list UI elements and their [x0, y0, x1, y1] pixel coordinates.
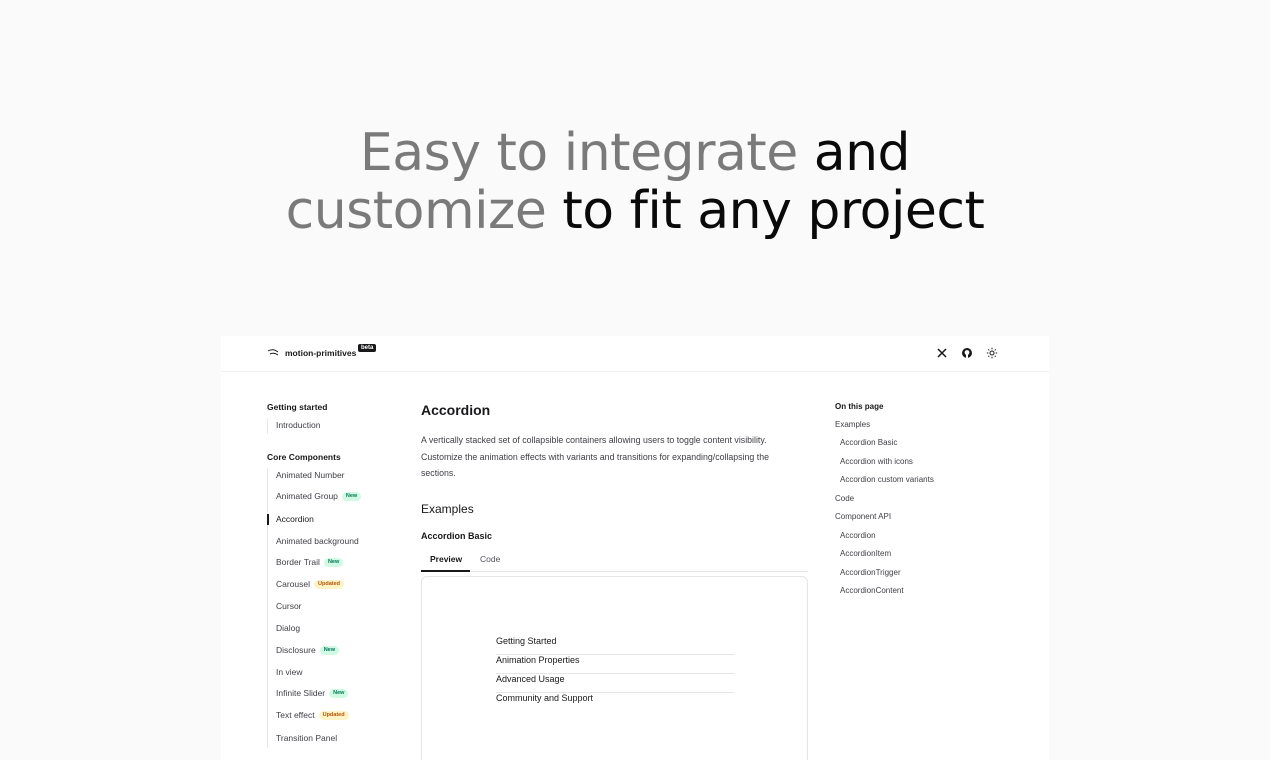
- sidebar-item-animated-background[interactable]: Animated background: [276, 536, 359, 546]
- sidebar-item-label: Accordion: [276, 514, 314, 524]
- hero-line-2-dark: to fit any project: [562, 181, 985, 241]
- hero-line-2: customize to fit any project: [0, 182, 1270, 240]
- sidebar-item-label: Animated Group: [276, 491, 338, 501]
- x-icon[interactable]: [936, 347, 948, 359]
- tab-preview[interactable]: Preview: [430, 554, 462, 564]
- examples-heading: Examples: [421, 502, 474, 516]
- nav-guide-line: [267, 418, 268, 434]
- sidebar-item-label: Dialog: [276, 623, 301, 633]
- toc-item-examples[interactable]: Examples: [835, 420, 870, 429]
- hero-line-1: Easy to integrate and: [0, 124, 1270, 182]
- sidebar-item-transition-panel[interactable]: Transition Panel: [276, 733, 337, 743]
- new-badge: New: [329, 688, 349, 698]
- sidebar-item-cursor[interactable]: Cursor: [276, 601, 302, 611]
- sidebar-item-label: Disclosure: [276, 645, 316, 655]
- sidebar-item-label: Animated Number: [276, 470, 345, 480]
- toc-item-accordion-custom-variants[interactable]: Accordion custom variants: [840, 475, 934, 484]
- sidebar-item-infinite-slider[interactable]: Infinite Slider New: [276, 688, 349, 698]
- new-badge: New: [319, 645, 339, 655]
- accordion-item-advanced-usage[interactable]: Advanced Usage: [496, 674, 734, 693]
- accordion-item-getting-started[interactable]: Getting Started: [496, 636, 734, 655]
- page-description: A vertically stacked set of collapsible …: [421, 435, 769, 478]
- sidebar-item-label: Transition Panel: [276, 733, 338, 743]
- app-window: motion-primitives beta Getting started I…: [221, 336, 1049, 760]
- toc-item-component-api[interactable]: Component API: [835, 512, 891, 521]
- sidebar-item-label: Carousel: [276, 579, 311, 589]
- sidebar-item-disclosure[interactable]: Disclosure New: [276, 645, 339, 655]
- github-icon[interactable]: [961, 347, 973, 359]
- sidebar-section-getting-started: Getting started: [267, 402, 328, 412]
- preview-panel: Getting Started Animation Properties Adv…: [421, 576, 808, 760]
- sidebar-section-core-components: Core Components: [267, 452, 341, 462]
- active-indicator: [267, 514, 269, 525]
- sidebar-item-label: Infinite Slider: [276, 688, 326, 698]
- toc-item-accordion[interactable]: Accordion: [840, 531, 876, 540]
- beta-badge: beta: [358, 344, 377, 352]
- example-tabs: Preview Code: [421, 548, 808, 572]
- hero-line-1-muted: Easy to integrate: [359, 123, 798, 183]
- toc-item-code[interactable]: Code: [835, 494, 854, 503]
- new-badge: New: [341, 491, 362, 501]
- sidebar-item-label: Border Trail: [276, 557, 320, 567]
- accordion-item-community-support[interactable]: Community and Support: [496, 693, 734, 712]
- sun-icon[interactable]: [986, 347, 998, 359]
- updated-badge: Updated: [314, 579, 345, 589]
- hero-heading: Easy to integrate and customize to fit a…: [0, 124, 1270, 240]
- sidebar-item-animated-group[interactable]: Animated Group New: [276, 491, 362, 501]
- sidebar-item-in-view[interactable]: In view: [276, 667, 302, 677]
- page-title: Accordion: [421, 402, 491, 418]
- accordion-item-animation-properties[interactable]: Animation Properties: [496, 655, 734, 674]
- sidebar-item-label: Cursor: [276, 601, 302, 611]
- sidebar-item-animated-number[interactable]: Animated Number: [276, 470, 345, 480]
- sidebar-item-carousel[interactable]: Carousel Updated: [276, 579, 345, 589]
- nav-guide-line: [267, 468, 268, 748]
- tab-code[interactable]: Code: [480, 554, 500, 564]
- toc-item-accordion-basic[interactable]: Accordion Basic: [840, 438, 897, 447]
- sidebar-item-accordion[interactable]: Accordion: [276, 514, 314, 524]
- sidebar-item-label: In view: [276, 667, 303, 677]
- toc-item-accordion-trigger[interactable]: AccordionTrigger: [840, 568, 901, 577]
- sidebar-item-label: Animated background: [276, 536, 359, 546]
- sidebar-item-text-effect[interactable]: Text effect Updated: [276, 710, 349, 720]
- sidebar-item-introduction[interactable]: Introduction: [276, 420, 320, 430]
- toc-item-accordion-item[interactable]: AccordionItem: [840, 549, 891, 558]
- toc-item-accordion-content[interactable]: AccordionContent: [840, 586, 904, 595]
- sidebar-item-dialog[interactable]: Dialog: [276, 623, 300, 633]
- new-badge: New: [323, 557, 344, 567]
- toc-item-accordion-with-icons[interactable]: Accordion with icons: [840, 457, 913, 466]
- tab-active-underline: [421, 570, 470, 572]
- brand-name[interactable]: motion-primitives: [285, 348, 356, 358]
- sidebar-item-label: Text effect: [276, 710, 315, 720]
- hero-line-1-dark: and: [813, 123, 911, 183]
- sidebar-item-label: Introduction: [276, 420, 321, 430]
- example-title: Accordion Basic: [421, 531, 493, 541]
- logo-icon[interactable]: [267, 347, 279, 359]
- hero-line-2-muted: customize: [285, 181, 547, 241]
- top-bar: motion-primitives beta: [221, 336, 1049, 372]
- sidebar-item-border-trail[interactable]: Border Trail New: [276, 557, 344, 567]
- updated-badge: Updated: [318, 710, 349, 720]
- toc-title: On this page: [835, 402, 884, 411]
